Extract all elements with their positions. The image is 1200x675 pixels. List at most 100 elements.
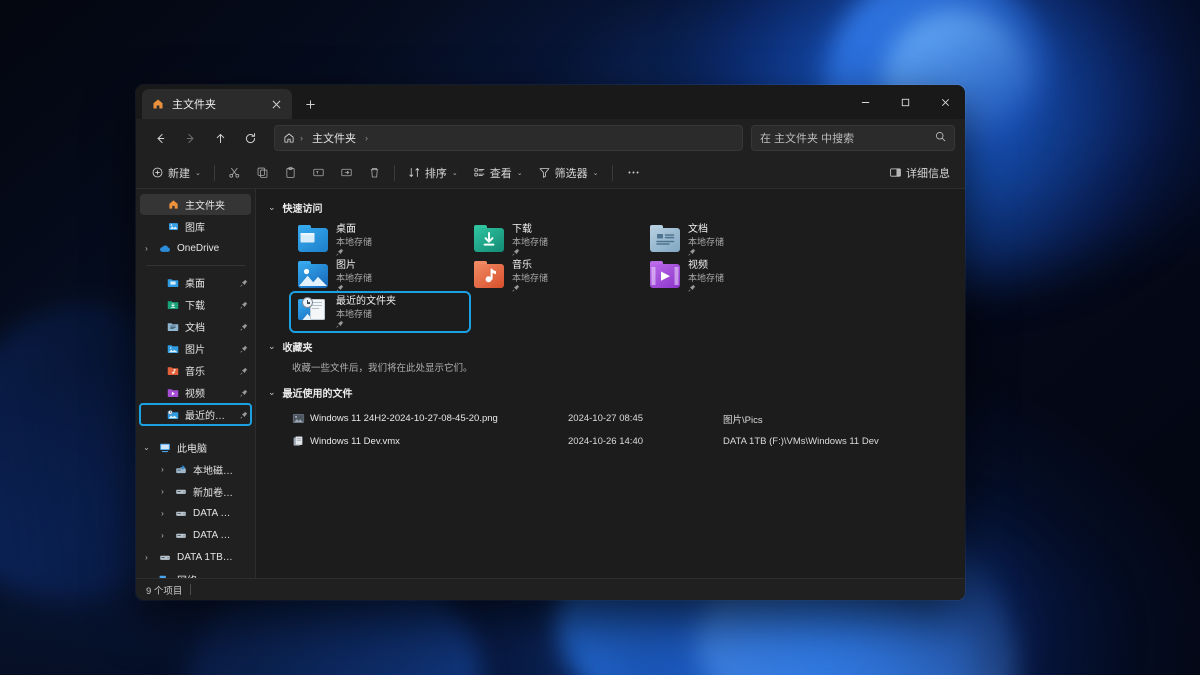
chevron-icon[interactable]: › (140, 244, 153, 253)
refresh-button[interactable] (236, 124, 264, 152)
chevron-down-icon[interactable]: ⌄ (268, 341, 276, 352)
tab-label: 主文件夹 (172, 99, 216, 111)
details-pane-icon (889, 166, 902, 179)
pin-icon[interactable] (237, 301, 251, 309)
breadcrumb-item-home-folder[interactable]: 主文件夹 (308, 128, 360, 148)
chevron-icon[interactable]: › (140, 575, 153, 578)
sidebar-item-10[interactable]: 最近的文件夹 (139, 403, 252, 426)
pin-icon[interactable] (336, 320, 396, 330)
sort-button[interactable]: 排序 ⌄ (401, 160, 465, 186)
pin-icon[interactable] (237, 389, 251, 397)
breadcrumb-separator-end[interactable]: › (365, 133, 368, 143)
quick-access-item-subtitle: 本地存储 (336, 236, 373, 247)
filter-button[interactable]: 筛选器 ⌄ (531, 160, 606, 186)
home-icon (165, 199, 181, 210)
copy-button[interactable] (249, 160, 276, 186)
chevron-down-icon[interactable]: ⌄ (268, 202, 276, 213)
new-tab-button[interactable] (300, 94, 320, 114)
pin-icon[interactable] (512, 248, 548, 258)
section-header-favorites[interactable]: ⌄ 收藏夹 (256, 336, 965, 357)
recent-file-row-1[interactable]: Windows 11 Dev.vmx 2024-10-26 14:40 DATA 1… (256, 430, 965, 453)
sidebar-item-9[interactable]: 视频 (140, 382, 251, 403)
tab-close-icon[interactable] (266, 94, 286, 114)
new-button[interactable]: 新建 ⌄ (144, 160, 208, 186)
more-options-button[interactable] (619, 160, 648, 186)
recent-folder-icon (165, 409, 181, 420)
home-icon[interactable] (283, 132, 295, 144)
pictures-folder-icon (165, 343, 181, 354)
pin-icon[interactable] (237, 323, 251, 331)
sidebar-item-15[interactable]: › DATA (E:) (140, 503, 251, 524)
ellipsis-icon (626, 166, 641, 179)
pin-icon[interactable] (336, 248, 372, 258)
view-button[interactable]: 查看 ⌄ (466, 160, 530, 186)
pin-icon[interactable] (688, 248, 724, 258)
chevron-icon[interactable]: ⌄ (140, 443, 153, 452)
quick-access-item-6[interactable]: 最近的文件夹 本地存储 (289, 291, 471, 333)
maximize-button[interactable] (885, 85, 925, 119)
minimize-button[interactable] (845, 85, 885, 119)
chevron-down-icon: ⌄ (516, 169, 523, 177)
chevron-icon[interactable]: › (156, 465, 169, 474)
recent-file-row-0[interactable]: Windows 11 24H2-2024-10-27-08-45-20.png 2… (256, 407, 965, 430)
trash-icon (368, 166, 381, 179)
navigation-pane[interactable]: 主文件夹图库 › OneDrive 桌面下载文档图片音乐视频最近的文件夹 ⌄ 此电脑 › 本地… (136, 189, 256, 578)
cut-button[interactable] (221, 160, 248, 186)
chevron-icon[interactable]: › (156, 531, 169, 540)
quick-access-item-1[interactable]: 下载 本地存储 (468, 222, 644, 258)
recent-file-path: DATA 1TB (F:)\VMs\Windows 11 Dev (723, 436, 879, 447)
sidebar-item-1[interactable]: 图库 (140, 216, 251, 237)
pin-icon[interactable] (237, 411, 251, 419)
sidebar-item-0[interactable]: 主文件夹 (140, 194, 251, 215)
pin-icon[interactable] (237, 367, 251, 375)
sidebar-item-label: 此电脑 (177, 444, 207, 455)
quick-access-item-2[interactable]: 文档 本地存储 (644, 222, 820, 258)
pin-icon[interactable] (512, 284, 548, 294)
sidebar-item-2[interactable]: › OneDrive (140, 238, 251, 259)
videos-folder-icon (165, 387, 181, 398)
chevron-icon[interactable]: › (156, 509, 169, 518)
sidebar-item-8[interactable]: 音乐 (140, 360, 251, 381)
sidebar-item-label: 视频 (185, 389, 205, 400)
pin-icon[interactable] (237, 279, 251, 287)
desktop-folder-icon (165, 277, 181, 288)
sidebar-item-4[interactable]: 桌面 (140, 272, 251, 293)
back-button[interactable] (146, 124, 174, 152)
quick-access-item-4[interactable]: 音乐 本地存储 (468, 258, 644, 294)
rename-button[interactable] (305, 160, 332, 186)
sidebar-item-16[interactable]: › DATA 1TB (F:) (140, 525, 251, 546)
sidebar-item-17[interactable]: › DATA 1TB (F:) (140, 547, 251, 568)
sidebar-item-7[interactable]: 图片 (140, 338, 251, 359)
sidebar-item-18[interactable]: › 网络 (140, 569, 251, 578)
breadcrumb[interactable]: › 主文件夹 › (274, 125, 743, 151)
up-button[interactable] (206, 124, 234, 152)
file-explorer-window: 主文件夹 › 主文件夹 › 在 主文件夹 中搜索 新建 ⌄ 排序 ⌄ 查看 ⌄ … (136, 85, 965, 600)
pin-icon[interactable] (237, 345, 251, 353)
pin-icon[interactable] (688, 284, 724, 294)
section-header-recent-files[interactable]: ⌄ 最近使用的文件 (256, 382, 965, 403)
sidebar-item-12[interactable]: ⌄ 此电脑 (140, 437, 251, 458)
chevron-icon[interactable]: › (156, 487, 169, 496)
sidebar-item-label: DATA (E:) (193, 508, 233, 519)
search-icon[interactable] (935, 131, 946, 145)
chevron-icon[interactable]: › (140, 553, 153, 562)
sidebar-item-label: 下载 (185, 301, 205, 312)
pin-icon[interactable] (336, 284, 372, 294)
close-button[interactable] (925, 85, 965, 119)
delete-button[interactable] (361, 160, 388, 186)
search-box[interactable]: 在 主文件夹 中搜索 (751, 125, 955, 151)
quick-access-item-3[interactable]: 图片 本地存储 (292, 258, 468, 294)
sidebar-item-6[interactable]: 文档 (140, 316, 251, 337)
share-button[interactable] (333, 160, 360, 186)
paste-button[interactable] (277, 160, 304, 186)
tab-home-folder[interactable]: 主文件夹 (142, 89, 292, 119)
quick-access-item-0[interactable]: 桌面 本地存储 (292, 222, 468, 258)
chevron-down-icon[interactable]: ⌄ (268, 387, 276, 398)
sidebar-item-5[interactable]: 下载 (140, 294, 251, 315)
details-pane-button[interactable]: 详细信息 (882, 160, 957, 186)
section-header-quick-access[interactable]: ⌄ 快速访问 (256, 197, 965, 218)
quick-access-item-5[interactable]: 视频 本地存储 (644, 258, 820, 294)
sidebar-item-14[interactable]: › 新加卷 (D:) (140, 481, 251, 502)
forward-button[interactable] (176, 124, 204, 152)
sidebar-item-13[interactable]: › 本地磁盘 (C:) (140, 459, 251, 480)
